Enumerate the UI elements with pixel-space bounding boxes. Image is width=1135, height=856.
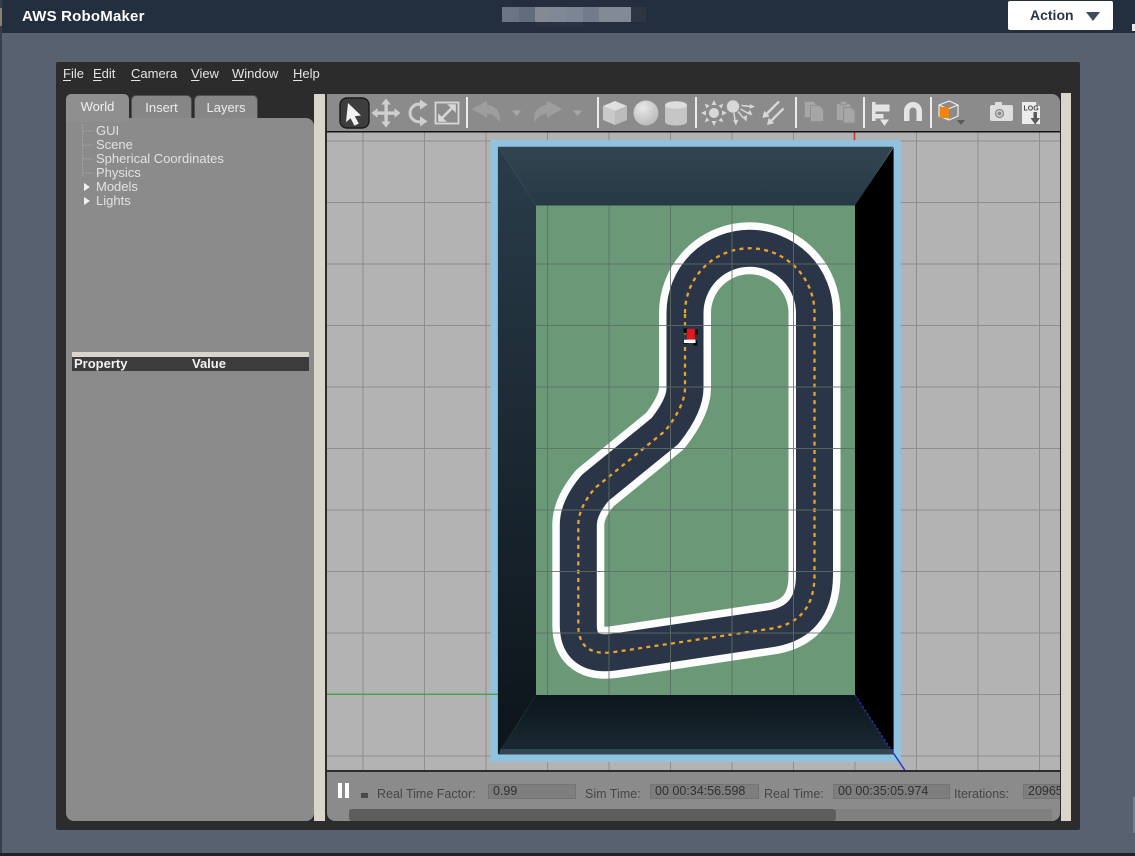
svg-text:LOG: LOG [1024, 106, 1040, 113]
